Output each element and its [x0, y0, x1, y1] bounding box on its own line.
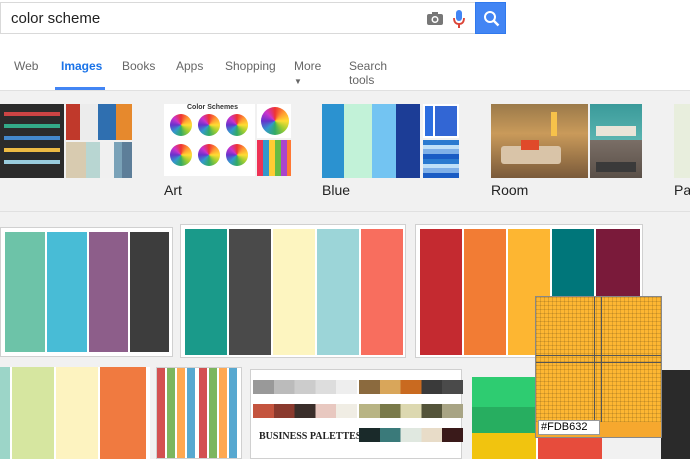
related-thumb-palette-dark[interactable]: [0, 104, 64, 178]
result-image-palette-1[interactable]: [0, 227, 173, 357]
related-label-room[interactable]: Room: [491, 182, 528, 198]
related-label-art[interactable]: Art: [164, 182, 182, 198]
related-thumb-blue-grid[interactable]: [423, 140, 459, 178]
loupe-crosshair-vertical: [594, 297, 602, 422]
related-thumb-palette-warm[interactable]: [66, 104, 132, 140]
tab-web[interactable]: Web: [14, 59, 38, 73]
search-query-text: color scheme: [11, 10, 101, 27]
business-palettes-heading: BUSINESS PALETTES: [259, 431, 362, 442]
result-image-palette-4[interactable]: [0, 367, 150, 459]
camera-icon[interactable]: [426, 11, 444, 26]
related-thumb-grid[interactable]: [257, 140, 291, 176]
eyedropper-hex-box: #FDB632: [538, 420, 600, 435]
tab-books[interactable]: Books: [122, 59, 155, 73]
search-input[interactable]: color scheme: [0, 2, 475, 34]
search-icon: [484, 11, 500, 27]
result-image-business-palettes[interactable]: BUSINESS PALETTES: [250, 369, 463, 459]
header: color scheme Web Images Books Apps Shopp…: [0, 0, 690, 91]
related-label-blue[interactable]: Blue: [322, 182, 350, 198]
related-thumb-blue-palette[interactable]: [322, 104, 420, 178]
related-thumb-room-grey[interactable]: [590, 140, 642, 178]
related-thumb-art[interactable]: Color Schemes: [164, 104, 255, 176]
related-thumb-wheel[interactable]: [257, 104, 291, 138]
art-thumb-heading: Color Schemes: [187, 104, 238, 111]
result-image-palette-2[interactable]: [180, 224, 406, 358]
search-button[interactable]: [475, 2, 506, 34]
eyedropper-loupe: [535, 296, 662, 438]
tab-shopping[interactable]: Shopping: [225, 59, 276, 73]
result-image-palette-5[interactable]: [156, 367, 242, 459]
related-thumb-partial[interactable]: [674, 104, 690, 178]
related-thumb-room-teal[interactable]: [590, 104, 642, 140]
tab-images[interactable]: Images: [61, 59, 102, 73]
active-tab-indicator: [55, 87, 105, 90]
related-thumb-blue-squares[interactable]: [423, 104, 459, 138]
tab-more-label: More: [294, 59, 322, 73]
tab-search-tools[interactable]: Search tools: [349, 59, 387, 87]
related-label-partial[interactable]: Pa: [674, 182, 690, 198]
microphone-icon[interactable]: [452, 9, 466, 29]
eyedropper-hex-value: #FDB632: [541, 421, 588, 433]
related-thumb-room-photo[interactable]: [491, 104, 588, 178]
tab-apps[interactable]: Apps: [176, 59, 203, 73]
caret-down-icon: ▼: [294, 77, 302, 86]
result-image-partial-dark[interactable]: [661, 370, 690, 459]
related-thumb-palette-muted[interactable]: [66, 142, 132, 178]
tab-more[interactable]: More ▼: [294, 59, 321, 87]
results-divider: [0, 211, 690, 212]
